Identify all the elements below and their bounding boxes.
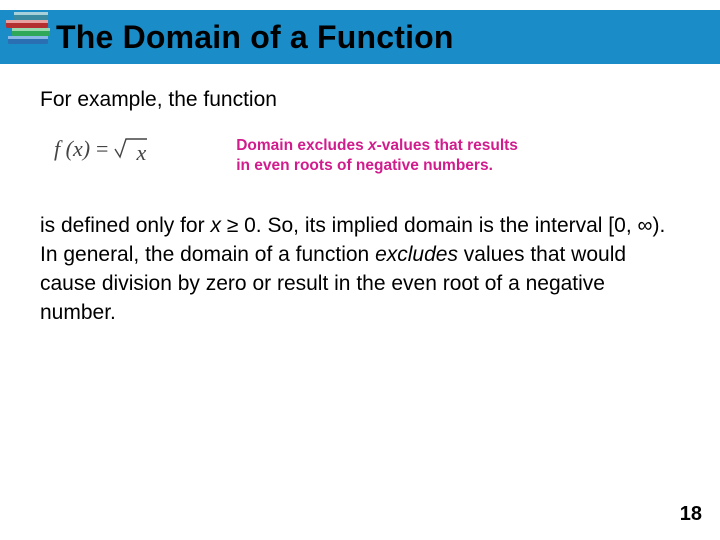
callout-x: x (368, 137, 377, 154)
callout: Domain excludes x-values that results in… (236, 136, 518, 176)
page-title: The Domain of a Function (56, 19, 454, 56)
body-part-1: is defined only for (40, 214, 210, 237)
equation-fx: f (x) (54, 136, 90, 162)
callout-text-2: in even roots of negative numbers. (236, 157, 493, 174)
equation-equals: = (96, 136, 108, 162)
body-excludes: excludes (375, 243, 458, 266)
lead-text: For example, the function (40, 86, 680, 114)
content-area: For example, the function f (x) = x Doma… (40, 86, 680, 328)
callout-text-1a: Domain excludes (236, 137, 368, 154)
books-icon (4, 8, 56, 56)
body-text: is defined only for x ≥ 0. So, its impli… (40, 212, 680, 328)
equation-row: f (x) = x Domain excludes x-values that … (40, 136, 680, 176)
body-x: x (210, 214, 221, 237)
equation: f (x) = x (40, 136, 146, 166)
title-bar: The Domain of a Function (0, 10, 720, 64)
equation-radicand: x (136, 140, 146, 166)
callout-text-1b: -values that results (377, 137, 518, 154)
slide: The Domain of a Function For example, th… (0, 0, 720, 540)
page-number: 18 (680, 503, 702, 526)
